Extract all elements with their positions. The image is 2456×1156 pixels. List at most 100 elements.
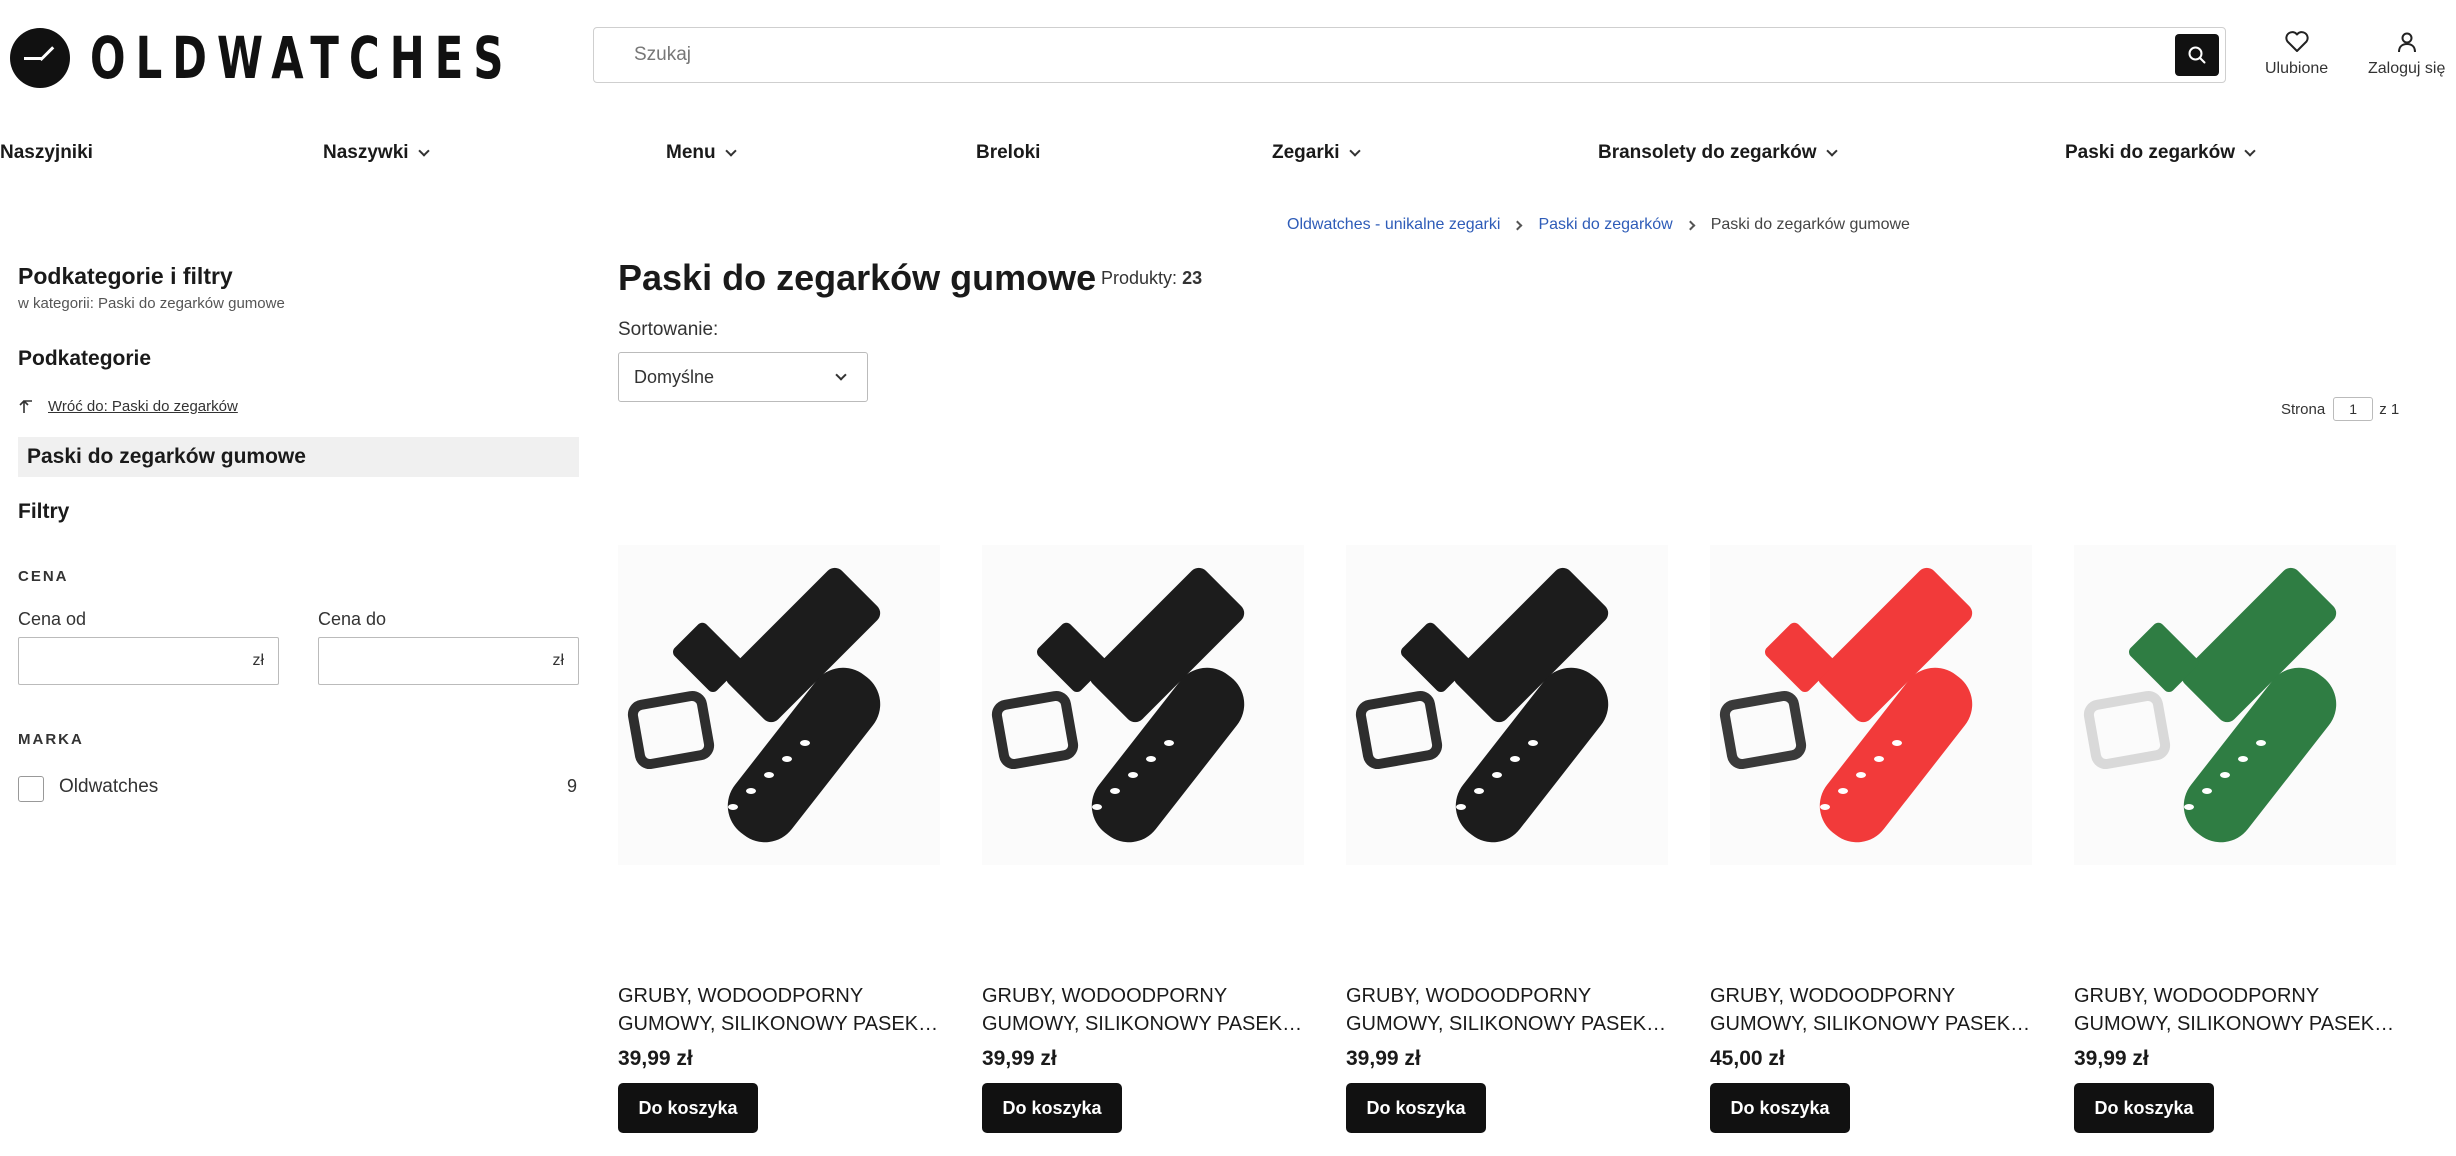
chevron-down-icon bbox=[2244, 144, 2256, 157]
chevron-right-icon bbox=[1685, 220, 1696, 230]
watch-strap-image bbox=[1710, 545, 2032, 865]
breadcrumb-link-paski[interactable]: Paski do zegarków bbox=[1538, 216, 1672, 234]
add-to-cart-button[interactable]: Do koszyka bbox=[982, 1083, 1122, 1133]
nav-item-zegarki[interactable]: Zegarki bbox=[1272, 142, 1361, 164]
page-total: z 1 bbox=[2379, 400, 2400, 418]
page-label: Strona bbox=[2281, 400, 2326, 418]
watch-strap-image bbox=[618, 545, 940, 865]
brand-section-heading: MARKA bbox=[18, 731, 84, 748]
product-card[interactable]: GRUBY, WODOODPORNY GUMOWY, SILIKONOWY PA… bbox=[982, 545, 1304, 1133]
product-name-line1: GRUBY, WODOODPORNY bbox=[1346, 985, 1592, 1007]
product-image[interactable] bbox=[618, 545, 940, 865]
product-price: 39,99 zł bbox=[982, 1047, 1057, 1070]
product-price: 39,99 zł bbox=[1346, 1047, 1421, 1070]
breadcrumb-link-home[interactable]: Oldwatches - unikalne zegarki bbox=[1287, 216, 1500, 234]
main-navigation: Naszyjniki Naszywki Menu Breloki Zegarki… bbox=[0, 142, 2456, 176]
user-icon bbox=[2397, 32, 2416, 53]
page-title: Paski do zegarków gumowe bbox=[618, 257, 1097, 298]
brand-label[interactable]: Oldwatches bbox=[59, 776, 158, 798]
product-name[interactable]: GRUBY, WODOODPORNY GUMOWY, SILIKONOWY PA… bbox=[2074, 982, 2396, 1038]
add-to-cart-button[interactable]: Do koszyka bbox=[1346, 1083, 1486, 1133]
heart-icon bbox=[2284, 31, 2309, 52]
search-bar bbox=[593, 27, 2226, 83]
nav-item-label: Menu bbox=[666, 142, 716, 163]
product-name[interactable]: GRUBY, WODOODPORNY GUMOWY, SILIKONOWY PA… bbox=[1710, 982, 2032, 1038]
login-label: Zaloguj się bbox=[2368, 60, 2446, 77]
price-to-input[interactable]: zł bbox=[318, 637, 579, 685]
pagination: Strona 1 z 1 bbox=[2281, 397, 2399, 421]
brand-count: 9 bbox=[567, 776, 578, 796]
product-name[interactable]: GRUBY, WODOODPORNY GUMOWY, SILIKONOWY PA… bbox=[618, 982, 940, 1038]
nav-item-breloki[interactable]: Breloki bbox=[976, 142, 1040, 164]
product-price: 39,99 zł bbox=[618, 1047, 693, 1070]
sort-select[interactable]: Domyślne bbox=[618, 352, 868, 402]
product-image[interactable] bbox=[1346, 545, 1668, 865]
subcategory-active[interactable]: Paski do zegarków gumowe bbox=[18, 437, 579, 477]
back-link[interactable]: Wróć do: Paski do zegarków bbox=[18, 397, 238, 415]
sort-label: Sortowanie: bbox=[618, 319, 719, 340]
nav-item-label: Breloki bbox=[976, 142, 1041, 163]
sidebar-title: Podkategorie i filtry bbox=[18, 263, 233, 289]
product-image[interactable] bbox=[1710, 545, 2032, 865]
favorites-label: Ulubione bbox=[2265, 60, 2329, 77]
add-to-cart-button[interactable]: Do koszyka bbox=[1710, 1083, 1850, 1133]
chevron-right-icon bbox=[1512, 220, 1523, 230]
add-to-cart-button[interactable]: Do koszyka bbox=[618, 1083, 758, 1133]
product-price: 45,00 zł bbox=[1710, 1047, 1785, 1070]
nav-item-naszywki[interactable]: Naszywki bbox=[323, 142, 430, 164]
product-name-line1: GRUBY, WODOODPORNY bbox=[618, 985, 864, 1007]
chevron-down-icon bbox=[835, 369, 847, 381]
product-card[interactable]: GRUBY, WODOODPORNY GUMOWY, SILIKONOWY PA… bbox=[2074, 545, 2396, 1133]
login-button[interactable]: Zaloguj się bbox=[2368, 30, 2445, 78]
product-card[interactable]: GRUBY, WODOODPORNY GUMOWY, SILIKONOWY PA… bbox=[618, 545, 940, 1133]
chevron-down-icon bbox=[417, 144, 430, 157]
product-name[interactable]: GRUBY, WODOODPORNY GUMOWY, SILIKONOWY PA… bbox=[982, 982, 1304, 1038]
product-name-line2: GUMOWY, SILIKONOWY PASEK DO ZEGARKA bbox=[618, 1013, 940, 1035]
page-number-input[interactable]: 1 bbox=[2333, 397, 2374, 421]
nav-item-paski[interactable]: Paski do zegarków bbox=[2065, 142, 2256, 164]
product-card[interactable]: GRUBY, WODOODPORNY GUMOWY, SILIKONOWY PA… bbox=[1346, 545, 1668, 1133]
products-count-label: Produkty: bbox=[1101, 268, 1178, 288]
site-header: OLDWATCHES Ulubione Zaloguj się bbox=[0, 0, 2456, 115]
add-to-cart-button[interactable]: Do koszyka bbox=[2074, 1083, 2214, 1133]
price-section-heading: CENA bbox=[18, 568, 69, 585]
search-button[interactable] bbox=[2175, 34, 2219, 76]
chevron-down-icon bbox=[1348, 144, 1361, 157]
watch-strap-image bbox=[1346, 545, 1668, 865]
products-count-value: 23 bbox=[1182, 268, 1203, 288]
breadcrumb-current: Paski do zegarków gumowe bbox=[1710, 216, 1910, 233]
watch-strap-image bbox=[2074, 545, 2396, 865]
product-image[interactable] bbox=[2074, 545, 2396, 865]
nav-item-label: Naszywki bbox=[323, 142, 409, 163]
product-name-line1: GRUBY, WODOODPORNY bbox=[1710, 985, 1956, 1007]
breadcrumb: Oldwatches - unikalne zegarki Paski do z… bbox=[1287, 216, 1910, 234]
currency-label: zł bbox=[552, 652, 564, 669]
nav-item-menu[interactable]: Menu bbox=[666, 142, 737, 164]
product-name-line1: GRUBY, WODOODPORNY bbox=[982, 985, 1228, 1007]
site-logo[interactable]: OLDWATCHES bbox=[10, 24, 678, 92]
chevron-down-icon bbox=[1825, 144, 1838, 157]
product-name-line2: GUMOWY, SILIKONOWY PASEK DO ZEGARKA bbox=[982, 1013, 1304, 1035]
nav-item-naszyjniki[interactable]: Naszyjniki bbox=[0, 142, 93, 164]
nav-item-label: Zegarki bbox=[1272, 142, 1340, 163]
favorites-button[interactable]: Ulubione bbox=[2265, 30, 2328, 78]
price-from-input[interactable]: zł bbox=[18, 637, 279, 685]
product-name[interactable]: GRUBY, WODOODPORNY GUMOWY, SILIKONOWY PA… bbox=[1346, 982, 1668, 1038]
nav-item-bransolety[interactable]: Bransolety do zegarków bbox=[1598, 142, 1838, 164]
search-icon bbox=[2188, 46, 2206, 64]
product-name-line1: GRUBY, WODOODPORNY bbox=[2074, 985, 2320, 1007]
watch-strap-image bbox=[982, 545, 1304, 865]
product-card[interactable]: GRUBY, WODOODPORNY GUMOWY, SILIKONOWY PA… bbox=[1710, 545, 2032, 1133]
product-price: 39,99 zł bbox=[2074, 1047, 2149, 1070]
sort-value: Domyślne bbox=[634, 367, 715, 387]
sidebar-subtitle: w kategorii: Paski do zegarków gumowe bbox=[18, 295, 285, 312]
product-image[interactable] bbox=[982, 545, 1304, 865]
product-name-line2: GUMOWY, SILIKONOWY PASEK DO ZEGARKA bbox=[2074, 1013, 2396, 1035]
product-name-line2: GUMOWY, SILIKONOWY PASEK DO ZEGARKA bbox=[1710, 1013, 2032, 1035]
search-input[interactable] bbox=[594, 28, 2175, 82]
brand-checkbox[interactable] bbox=[18, 776, 44, 802]
subcategories-heading: Podkategorie bbox=[18, 347, 152, 370]
price-to-label: Cena do bbox=[318, 609, 387, 629]
clock-logo-icon bbox=[10, 28, 70, 88]
chevron-down-icon bbox=[724, 144, 737, 157]
